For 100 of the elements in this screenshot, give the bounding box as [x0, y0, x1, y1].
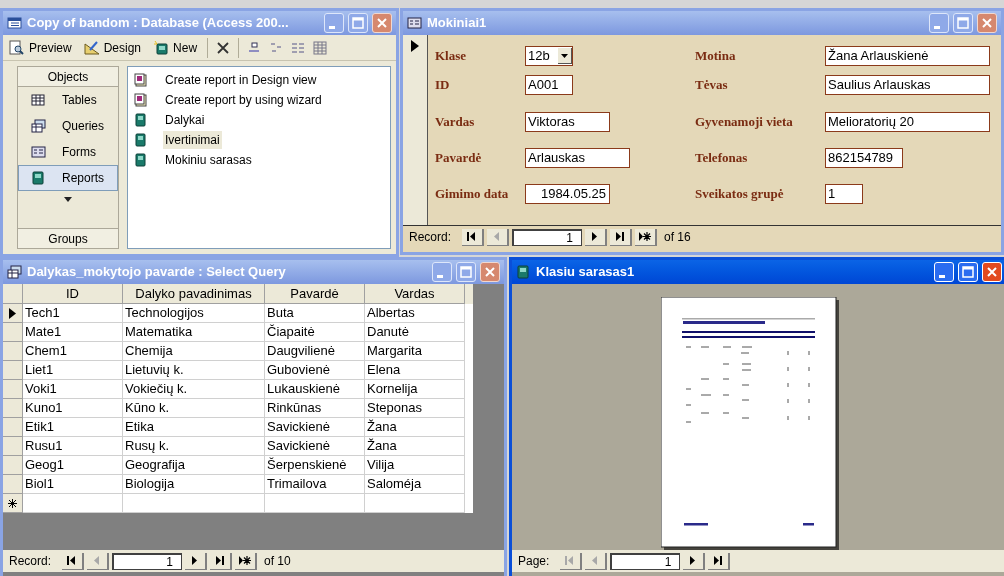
list-item[interactable]: Dalykai — [163, 110, 207, 129]
details-button[interactable] — [313, 40, 328, 55]
objects-item[interactable]: Reports — [18, 165, 118, 191]
last-record-button[interactable] — [708, 552, 731, 570]
new-button[interactable]: New — [151, 38, 200, 57]
form-icon — [31, 145, 46, 159]
text-field[interactable]: Viktoras — [525, 112, 610, 132]
objects-header[interactable]: Objects — [18, 67, 118, 87]
small-icons-button[interactable] — [269, 40, 284, 55]
maximize-button[interactable] — [348, 13, 368, 33]
empty-cell[interactable] — [265, 494, 365, 513]
field-label: Vardas — [435, 113, 476, 132]
record-selector[interactable] — [403, 35, 428, 225]
text-field[interactable]: Saulius Arlauskas — [825, 75, 990, 95]
table-cell: Matematika — [123, 323, 265, 342]
more-arrow-icon — [64, 196, 72, 202]
field-label: Telefonas — [695, 149, 749, 168]
next-record-button[interactable] — [683, 552, 706, 570]
table-cell: Chemija — [123, 342, 265, 361]
list-item[interactable]: Ivertinimai — [163, 130, 222, 149]
objects-item[interactable]: Tables — [18, 87, 118, 113]
delete-button[interactable] — [216, 40, 231, 55]
maximize-icon — [352, 17, 364, 29]
groups-header[interactable]: Groups — [18, 228, 118, 248]
field-label: Gimimo data — [435, 185, 510, 204]
table-cell: Buta — [265, 304, 365, 323]
details-icon — [313, 40, 328, 55]
preview-icon — [9, 40, 25, 55]
row-selector[interactable] — [3, 304, 23, 323]
maximize-icon — [962, 266, 974, 278]
large-icons-button[interactable] — [247, 40, 262, 55]
column-header[interactable]: Pavardė — [265, 284, 365, 304]
class-dropdown[interactable]: 12b — [525, 46, 573, 66]
table-cell: Daugvilienė — [265, 342, 365, 361]
close-button[interactable] — [372, 13, 392, 33]
text-field[interactable]: Arlauskas — [525, 148, 630, 168]
objects-item[interactable]: Queries — [18, 113, 118, 139]
window-title: Copy of bandom : Database (Access 200... — [27, 14, 290, 33]
table-cell: Rusu1 — [23, 437, 123, 456]
design-button[interactable]: Design — [81, 38, 144, 57]
new-record-button[interactable] — [235, 552, 258, 570]
record-number-field[interactable]: 1 — [112, 552, 183, 570]
table-cell: Šerpenskienė — [265, 456, 365, 475]
text-field[interactable]: Melioratorių 20 — [825, 112, 990, 132]
table-cell: Biologija — [123, 475, 265, 494]
list-item[interactable]: Create report in Design view — [163, 70, 319, 89]
dropdown-arrow-icon — [561, 53, 568, 58]
window-icon — [407, 16, 423, 30]
minimize-button[interactable] — [432, 262, 452, 282]
close-button[interactable] — [480, 262, 500, 282]
list-button[interactable] — [291, 40, 306, 55]
text-field[interactable]: 1 — [825, 184, 863, 204]
table-cell: Elena — [365, 361, 465, 380]
table-cell: Mate1 — [23, 323, 123, 342]
record-number-field[interactable]: 1 — [512, 228, 583, 246]
new-report-icon — [153, 40, 170, 55]
text-field[interactable]: A001 — [525, 75, 573, 95]
table-cell: Etik1 — [23, 418, 123, 437]
objects-item[interactable]: Forms — [18, 139, 118, 165]
column-header[interactable]: ID — [23, 284, 123, 304]
text-field[interactable]: Žana Arlauskienė — [825, 46, 990, 66]
empty-cell[interactable] — [123, 494, 265, 513]
minimize-button[interactable] — [324, 13, 344, 33]
maximize-icon — [957, 17, 969, 29]
ruler-pencil-icon — [83, 40, 100, 55]
maximize-button[interactable] — [456, 262, 476, 282]
minimize-button[interactable] — [929, 13, 949, 33]
empty-cell[interactable] — [365, 494, 465, 513]
small-icons-icon — [269, 40, 284, 55]
column-header[interactable]: Dalyko pavadinimas — [123, 284, 265, 304]
table-cell: Vokiečių k. — [123, 380, 265, 399]
table-cell: Lietuvių k. — [123, 361, 265, 380]
table-cell: Chem1 — [23, 342, 123, 361]
last-record-button[interactable] — [610, 228, 633, 246]
table-cell: Technologijos — [123, 304, 265, 323]
close-icon — [485, 267, 495, 277]
window-icon — [7, 265, 23, 279]
maximize-button[interactable] — [953, 13, 973, 33]
date-field[interactable]: 1984.05.25 — [525, 184, 610, 204]
report-icon — [134, 132, 147, 147]
record-number-field[interactable]: 1 — [610, 552, 681, 570]
maximize-icon — [460, 266, 472, 278]
last-record-button[interactable] — [210, 552, 233, 570]
table-cell: Žana — [365, 418, 465, 437]
current-record-icon — [9, 307, 16, 319]
new-record-button[interactable] — [635, 228, 658, 246]
next-record-button[interactable] — [585, 228, 608, 246]
first-record-button[interactable] — [462, 228, 485, 246]
preview-button[interactable]: Preview — [7, 38, 74, 57]
minimize-icon — [437, 274, 443, 278]
first-record-button[interactable] — [62, 552, 85, 570]
close-button[interactable] — [977, 13, 997, 33]
list-item[interactable]: Mokiniu sarasas — [163, 150, 254, 169]
text-field[interactable]: 862154789 — [825, 148, 903, 168]
column-header[interactable]: Vardas — [365, 284, 465, 304]
list-item[interactable]: Create report by using wizard — [163, 90, 324, 109]
next-record-button[interactable] — [185, 552, 208, 570]
record-label: Page: — [518, 553, 550, 570]
new-record-icon — [638, 230, 653, 243]
field-label: Tėvas — [695, 76, 729, 95]
